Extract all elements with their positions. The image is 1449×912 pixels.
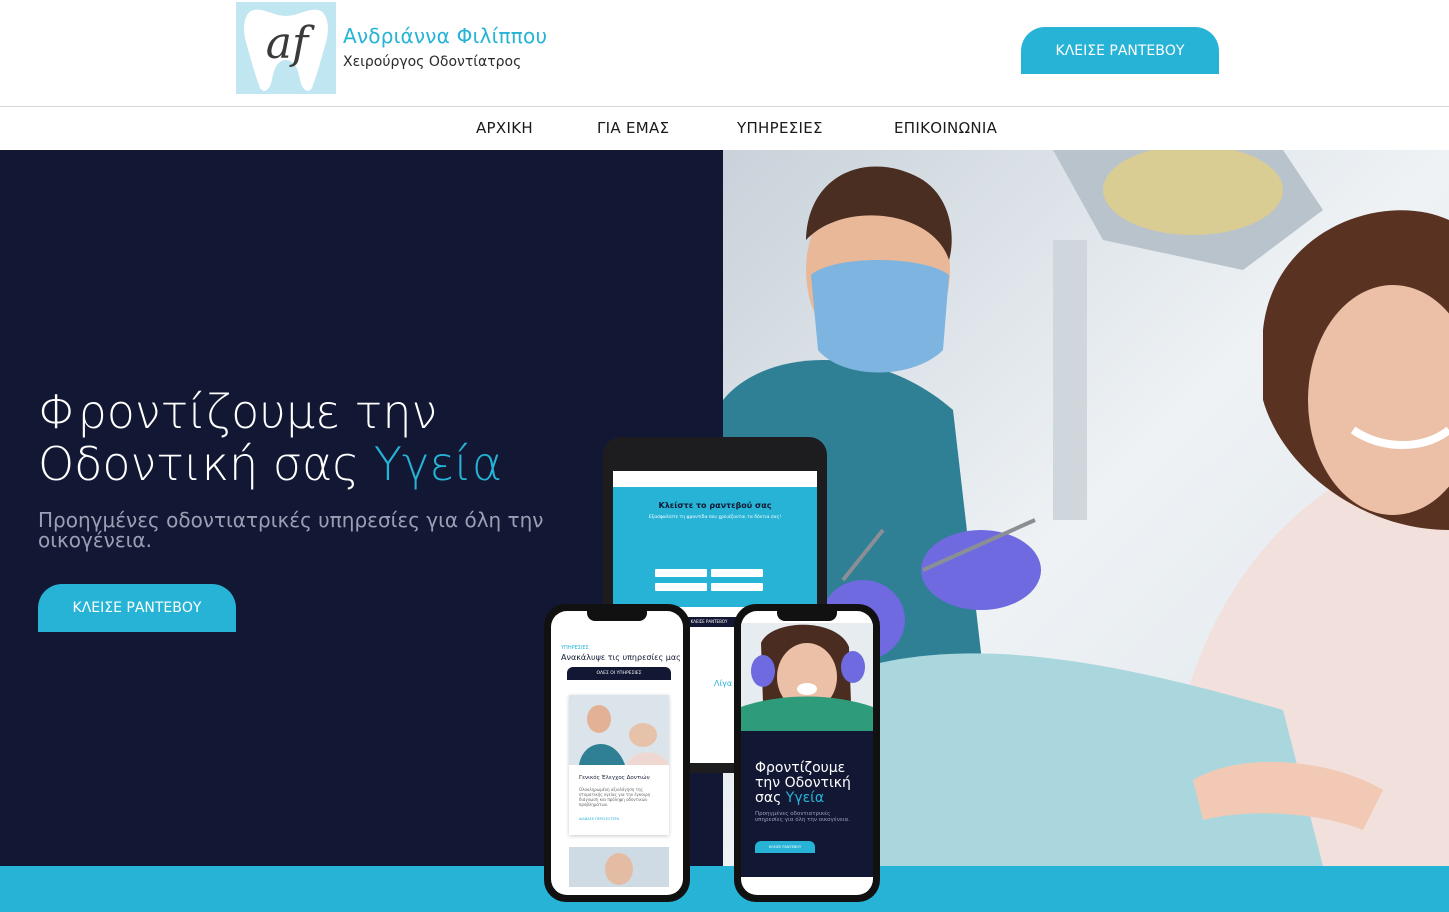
site-header: af Ανδριάννα Φιλίππου Χειρούργος Οδοντία…: [0, 0, 1449, 107]
main-nav: ΑΡΧΙΚΗ ΓΙΑ ΕΜΑΣ ΥΠΗΡΕΣΙΕΣ ΕΠΙΚΟΙΝΩΝΙΑ: [0, 107, 1449, 149]
services-heading: Ανακάλυψε τις υπηρεσίες μας: [561, 653, 681, 662]
read-more-link[interactable]: ΔΙΑΒΑΣΕ ΠΕΡΙΣΣΟΤΕΡΑ: [579, 817, 619, 821]
hero-appointment-button[interactable]: ΚΛΕΙΣΕ ΡΑΝΤΕΒΟΥ: [38, 584, 236, 632]
name-field[interactable]: [655, 569, 707, 577]
phone-hero-subtitle: Προηγμένες οδοντιατρικές υπηρεσίες για ό…: [755, 811, 851, 823]
brand-subtitle: Χειρούργος Οδοντίατρος: [343, 54, 522, 70]
service-select[interactable]: [711, 583, 763, 591]
logo[interactable]: af: [236, 2, 336, 94]
appointment-form: Κλείστε το ραντεβού σας Εξασφαλίστε τη φ…: [613, 487, 817, 627]
hero-title-line2: Οδοντική σας: [38, 437, 360, 491]
service-card[interactable]: Γενικός Έλεγχος Δοντιών Ολοκληρωμένη αξι…: [569, 695, 669, 835]
form-title: Κλείστε το ραντεβού σας: [658, 501, 772, 510]
phone-services-screen: ΥΠΗΡΕΣΙΕΣ Ανακάλυψε τις υπηρεσίες μας ΟΛ…: [551, 611, 683, 895]
all-services-button[interactable]: ΟΛΕΣ ΟΙ ΥΠΗΡΕΣΙΕΣ: [567, 667, 671, 680]
date-field[interactable]: [655, 583, 707, 591]
phone-mockup-services: ΥΠΗΡΕΣΙΕΣ Ανακάλυψε τις υπηρεσίες μας ΟΛ…: [544, 604, 690, 902]
phone-hero-panel: Φροντίζουμε την Οδοντική σας Υγεία Προηγ…: [741, 731, 873, 877]
nav-item-services[interactable]: ΥΠΗΡΕΣΙΕΣ: [737, 119, 823, 137]
logo-monogram: af: [265, 18, 309, 69]
phone-hero-title-accent: Υγεία: [785, 790, 825, 806]
hero-subtitle: Προηγμένες οδοντιατρικές υπηρεσίες για ό…: [38, 508, 544, 552]
nav-item-about[interactable]: ΓΙΑ ΕΜΑΣ: [597, 119, 669, 137]
phone-mockup-hero: Φροντίζουμε την Οδοντική σας Υγεία Προηγ…: [734, 604, 880, 902]
phone-hero-title-line2: την Οδοντική: [755, 775, 851, 791]
phone-hero-screen: Φροντίζουμε την Οδοντική σας Υγεία Προηγ…: [741, 611, 873, 895]
phone-hero-title-line3: σας: [755, 790, 782, 806]
form-tagline: Εξασφαλίστε τη φροντίδα που χρειάζονται …: [648, 515, 782, 520]
phone-field[interactable]: [711, 569, 763, 577]
phone-hero-title: Φροντίζουμε την Οδοντική σας Υγεία: [755, 761, 851, 806]
brand-name[interactable]: Ανδριάννα Φιλίππου: [343, 24, 547, 48]
phone-hero-button[interactable]: ΚΛΕΙΣΕ ΡΑΝΤΕΒΟΥ: [755, 841, 815, 853]
services-category: ΥΠΗΡΕΣΙΕΣ: [561, 645, 589, 651]
hero-title: Φροντίζουμε την Οδοντική σας Υγεία: [38, 386, 502, 490]
hero-title-accent: Υγεία: [373, 437, 503, 491]
service-card-text: Ολοκληρωμένη αξιολόγηση της στοματικής υ…: [579, 787, 651, 807]
nav-item-contact[interactable]: ΕΠΙΚΟΙΝΩΝΙΑ: [894, 119, 997, 137]
service-card-title: Γενικός Έλεγχος Δοντιών: [579, 775, 650, 781]
patient-photo: [741, 623, 873, 733]
service-card-image-2: [569, 847, 669, 887]
phone-hero-title-line1: Φροντίζουμε: [755, 760, 846, 776]
phone-notch: [777, 611, 837, 621]
header-appointment-button[interactable]: ΚΛΕΙΣΕ ΡΑΝΤΕΒΟΥ: [1021, 27, 1219, 74]
bottom-band: [0, 866, 1449, 912]
nav-item-home[interactable]: ΑΡΧΙΚΗ: [476, 119, 533, 137]
service-card-image: [569, 695, 669, 765]
hero-title-line1: Φροντίζουμε την: [38, 385, 438, 439]
phone-notch: [587, 611, 647, 621]
